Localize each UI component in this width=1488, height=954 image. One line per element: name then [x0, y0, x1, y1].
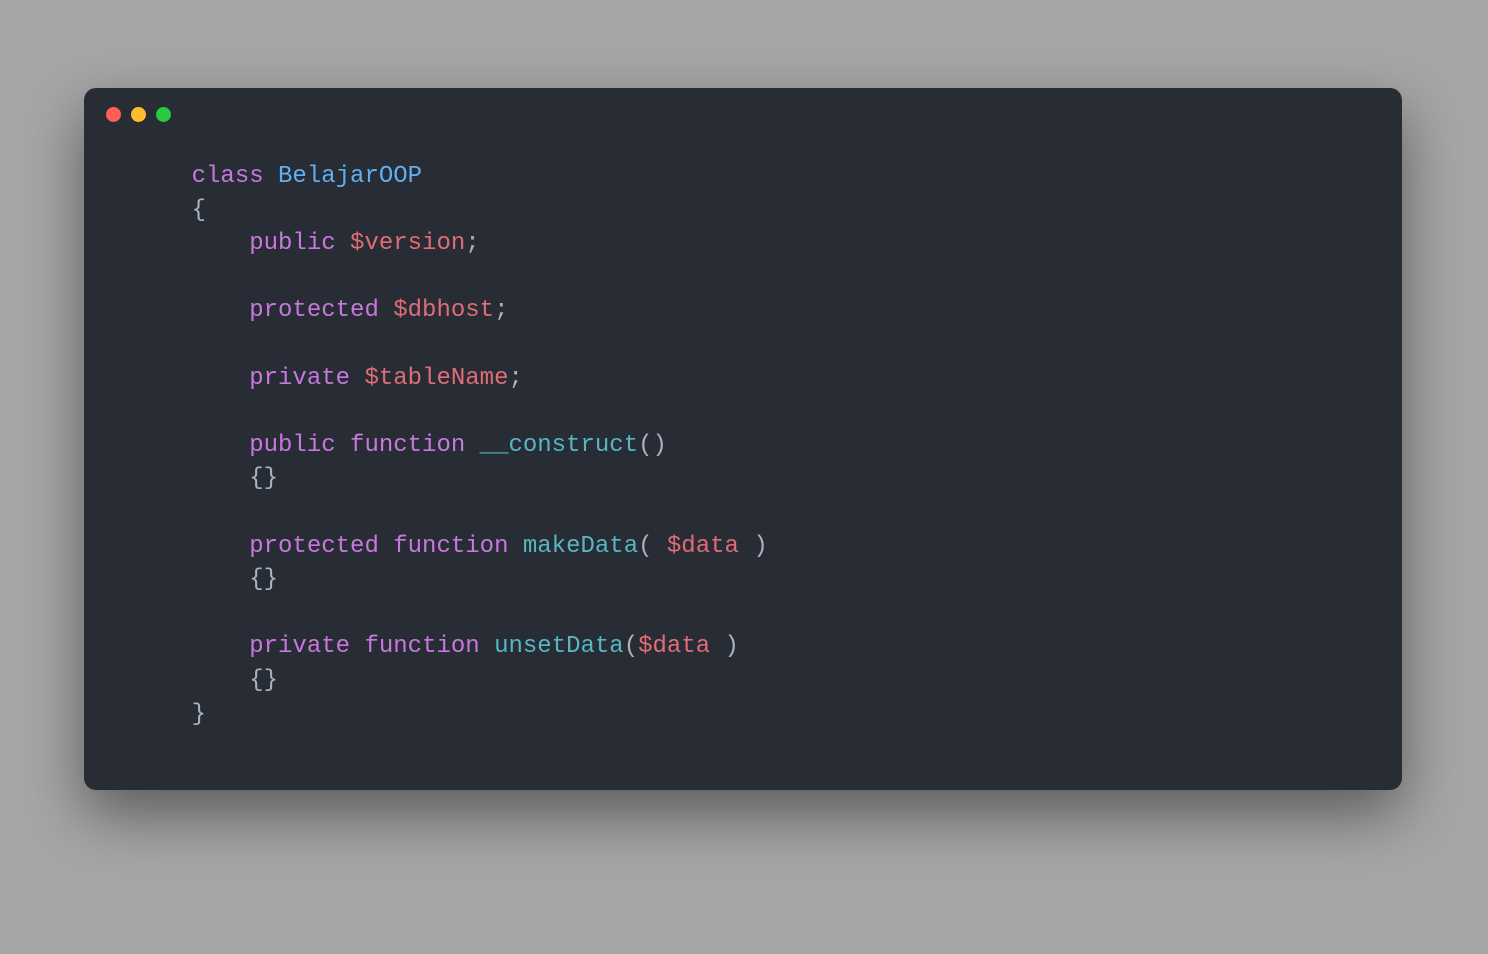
- semicolon: ;: [508, 365, 522, 392]
- empty-braces: {}: [249, 465, 278, 492]
- keyword-private: private: [249, 633, 350, 660]
- indent: [134, 465, 249, 492]
- var-version: $version: [350, 230, 465, 257]
- brace-close: }: [192, 701, 206, 728]
- indent: [134, 432, 249, 459]
- indent: [134, 365, 249, 392]
- space: [379, 297, 393, 324]
- indent: [134, 230, 249, 257]
- indent: [134, 297, 249, 324]
- code-block: class BelajarOOP { public $version; prot…: [84, 140, 1402, 771]
- var-data: $data: [667, 533, 739, 560]
- indent: [134, 163, 192, 190]
- fn-construct: __construct: [480, 432, 638, 459]
- fn-unsetdata: unsetData: [494, 633, 624, 660]
- keyword-class: class: [192, 163, 264, 190]
- semicolon: ;: [465, 230, 479, 257]
- paren-open: (: [638, 533, 652, 560]
- indent: [134, 533, 249, 560]
- zoom-icon[interactable]: [156, 107, 171, 122]
- keyword-function: function: [350, 432, 465, 459]
- var-dbhost: $dbhost: [393, 297, 494, 324]
- keyword-private: private: [249, 365, 350, 392]
- var-tablename: $tableName: [364, 365, 508, 392]
- paren-close: ): [753, 533, 767, 560]
- stage: class BelajarOOP { public $version; prot…: [0, 0, 1488, 954]
- indent: [134, 197, 192, 224]
- empty-braces: {}: [249, 667, 278, 694]
- paren-open: (: [638, 432, 652, 459]
- semicolon: ;: [494, 297, 508, 324]
- keyword-protected: protected: [249, 297, 379, 324]
- fn-makedata: makeData: [523, 533, 638, 560]
- minimize-icon[interactable]: [131, 107, 146, 122]
- empty-braces: {}: [249, 566, 278, 593]
- code-window: class BelajarOOP { public $version; prot…: [84, 88, 1402, 790]
- space: [264, 163, 278, 190]
- space: [465, 432, 479, 459]
- indent: [134, 633, 249, 660]
- space: [336, 432, 350, 459]
- space: [653, 533, 667, 560]
- class-name: BelajarOOP: [278, 163, 422, 190]
- space: [350, 633, 364, 660]
- var-data: $data: [638, 633, 710, 660]
- space: [739, 533, 753, 560]
- keyword-public: public: [249, 432, 335, 459]
- indent: [134, 701, 192, 728]
- paren-open: (: [624, 633, 638, 660]
- space: [508, 533, 522, 560]
- space: [710, 633, 724, 660]
- keyword-function: function: [393, 533, 508, 560]
- indent: [134, 566, 249, 593]
- paren-close: ): [653, 432, 667, 459]
- keyword-function: function: [364, 633, 479, 660]
- space: [350, 365, 364, 392]
- close-icon[interactable]: [106, 107, 121, 122]
- space: [480, 633, 494, 660]
- indent: [134, 667, 249, 694]
- space: [336, 230, 350, 257]
- keyword-protected: protected: [249, 533, 379, 560]
- window-titlebar: [84, 88, 1402, 140]
- space: [379, 533, 393, 560]
- paren-close: ): [725, 633, 739, 660]
- keyword-public: public: [249, 230, 335, 257]
- brace-open: {: [192, 197, 206, 224]
